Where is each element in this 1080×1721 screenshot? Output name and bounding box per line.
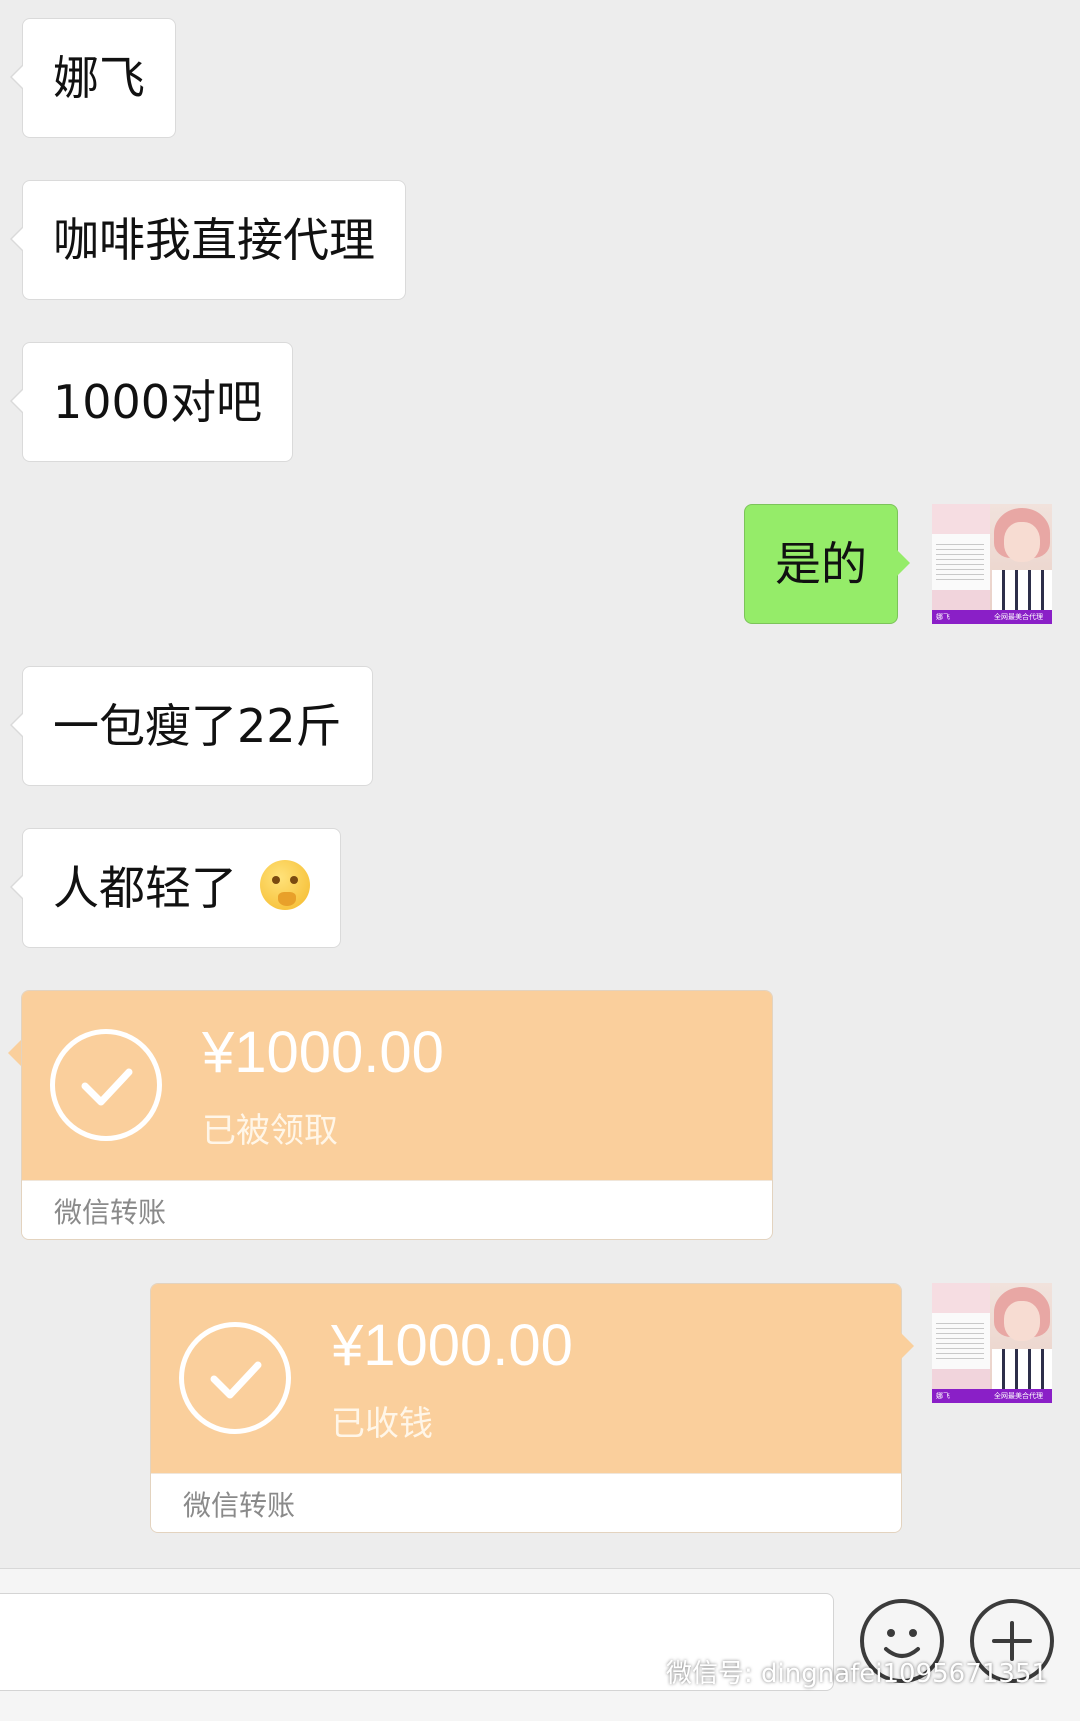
avatar-caption: 全网最美合代理 (994, 1392, 1043, 1400)
transfer-status: 已被领取 (202, 1111, 338, 1151)
self-avatar[interactable]: 娜飞 全网最美合代理 (932, 504, 1052, 624)
transfer-label: 微信转账 (183, 1489, 296, 1522)
transfer-footer: 微信转账 (22, 1180, 772, 1239)
avatar-caption: 全网最美合代理 (994, 613, 1043, 621)
message-bubble-received[interactable]: 1000对吧 (9, 342, 294, 462)
watermark-text: 微信号: dingnafei1095671351 (666, 1659, 1048, 1689)
thinking-face-icon (259, 860, 310, 910)
avatar-band: 娜飞 全网最美合代理 (932, 610, 1052, 624)
message-bubble-received[interactable]: 娜飞 (10, 18, 176, 138)
transfer-tail (8, 1040, 21, 1066)
watermark: 微信号: dingnafei1095671351 (622, 1653, 1048, 1690)
transfer-amount: ¥1000.00 (202, 1020, 444, 1085)
transfer-status: 已收钱 (331, 1404, 433, 1444)
message-bubble-received[interactable]: 咖啡我直接代理 (10, 180, 406, 300)
check-circle-icon (50, 1029, 162, 1141)
transfer-tail (901, 1333, 914, 1359)
message-text: 娜飞 (53, 51, 145, 105)
message-text: 咖啡我直接代理 (53, 213, 375, 267)
message-text: 人都轻了 (53, 861, 237, 915)
message-bubble-sent[interactable]: 是的 (744, 504, 910, 624)
message-bubble-received[interactable]: 人都轻了 (10, 828, 341, 948)
message-text: 是的 (775, 537, 867, 591)
transfer-label: 微信转账 (54, 1196, 167, 1229)
message-text: 一包瘦了22斤 (53, 699, 342, 753)
transfer-amount: ¥1000.00 (331, 1313, 573, 1378)
transfer-card-sent[interactable]: ¥1000.00 已收钱 微信转账 (150, 1283, 902, 1533)
avatar-tag: 娜飞 (936, 613, 950, 621)
avatar-tag: 娜飞 (936, 1392, 950, 1400)
avatar-band: 娜飞 全网最美合代理 (932, 1389, 1052, 1403)
transfer-card-received[interactable]: ¥1000.00 已被领取 微信转账 (21, 990, 773, 1240)
input-bar: 微信号: dingnafei1095671351 (0, 1568, 1080, 1721)
transfer-footer: 微信转账 (151, 1473, 901, 1532)
wechat-logo-icon (623, 1663, 654, 1685)
self-avatar[interactable]: 娜飞 全网最美合代理 (932, 1283, 1052, 1403)
check-circle-icon (179, 1322, 291, 1434)
message-text: 1000对吧 (53, 375, 263, 429)
message-bubble-received[interactable]: 一包瘦了22斤 (10, 666, 373, 786)
